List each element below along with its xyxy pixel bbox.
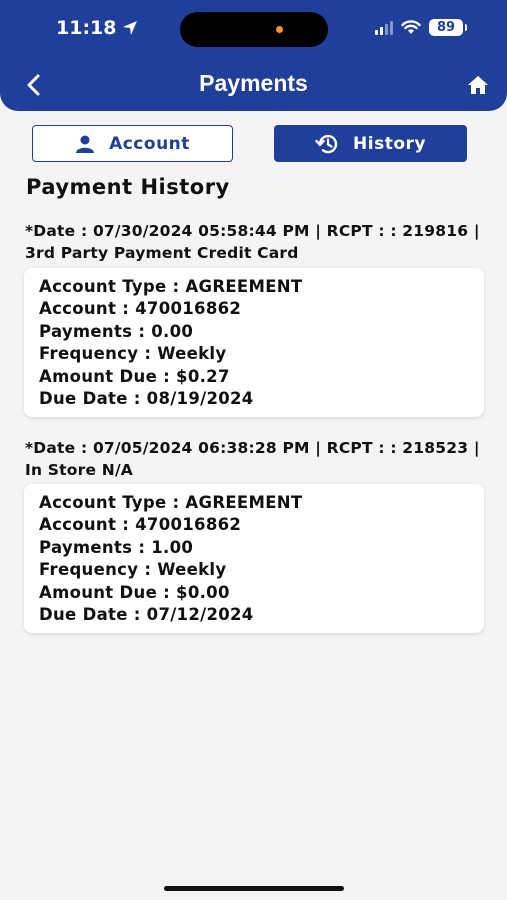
tab-history-label: History <box>353 133 426 154</box>
payments-amount: Payments : 1.00 <box>39 537 194 557</box>
page-title: Payments <box>199 70 308 96</box>
home-icon <box>468 76 488 94</box>
payments-amount: Payments : 0.00 <box>39 321 194 341</box>
status-time: 11:18 <box>56 17 138 39</box>
payment-card: Account Type : AGREEMENT Account : 47001… <box>24 268 484 417</box>
status-indicators: 89 <box>375 19 467 36</box>
location-arrow-icon <box>123 21 138 35</box>
history-icon <box>315 134 338 153</box>
due-date: Due Date : 08/19/2024 <box>39 389 254 409</box>
tab-account[interactable]: Account <box>32 125 233 162</box>
battery-level: 89 <box>436 20 456 35</box>
wifi-icon <box>401 20 421 34</box>
tab-account-label: Account <box>109 133 190 154</box>
home-button[interactable] <box>465 72 491 98</box>
payment-entry-header: *Date : 07/30/2024 05:58:44 PM | RCPT : … <box>25 222 480 262</box>
amount-due: Amount Due : $0.00 <box>39 582 230 602</box>
home-indicator[interactable] <box>164 886 344 891</box>
dynamic-island <box>180 12 328 47</box>
app-header: 11:18 89 Payments <box>0 0 507 111</box>
person-icon <box>76 135 95 153</box>
section-title: Payment History <box>26 175 230 199</box>
due-date: Due Date : 07/12/2024 <box>39 605 254 625</box>
battery-icon: 89 <box>429 19 467 36</box>
payment-entry-header: *Date : 07/05/2024 06:38:28 PM | RCPT : … <box>25 439 480 479</box>
frequency: Frequency : Weekly <box>39 560 227 580</box>
account-number: Account : 470016862 <box>39 515 242 535</box>
frequency: Frequency : Weekly <box>39 344 227 364</box>
tab-history[interactable]: History <box>274 125 467 162</box>
signal-icon <box>375 20 393 35</box>
status-time-text: 11:18 <box>56 17 117 39</box>
amount-due: Amount Due : $0.27 <box>39 366 230 386</box>
account-type: Account Type : AGREEMENT <box>39 493 303 512</box>
payment-card: Account Type : AGREEMENT Account : 47001… <box>24 484 484 633</box>
account-number: Account : 470016862 <box>39 299 242 319</box>
account-type: Account Type : AGREEMENT <box>39 277 303 296</box>
